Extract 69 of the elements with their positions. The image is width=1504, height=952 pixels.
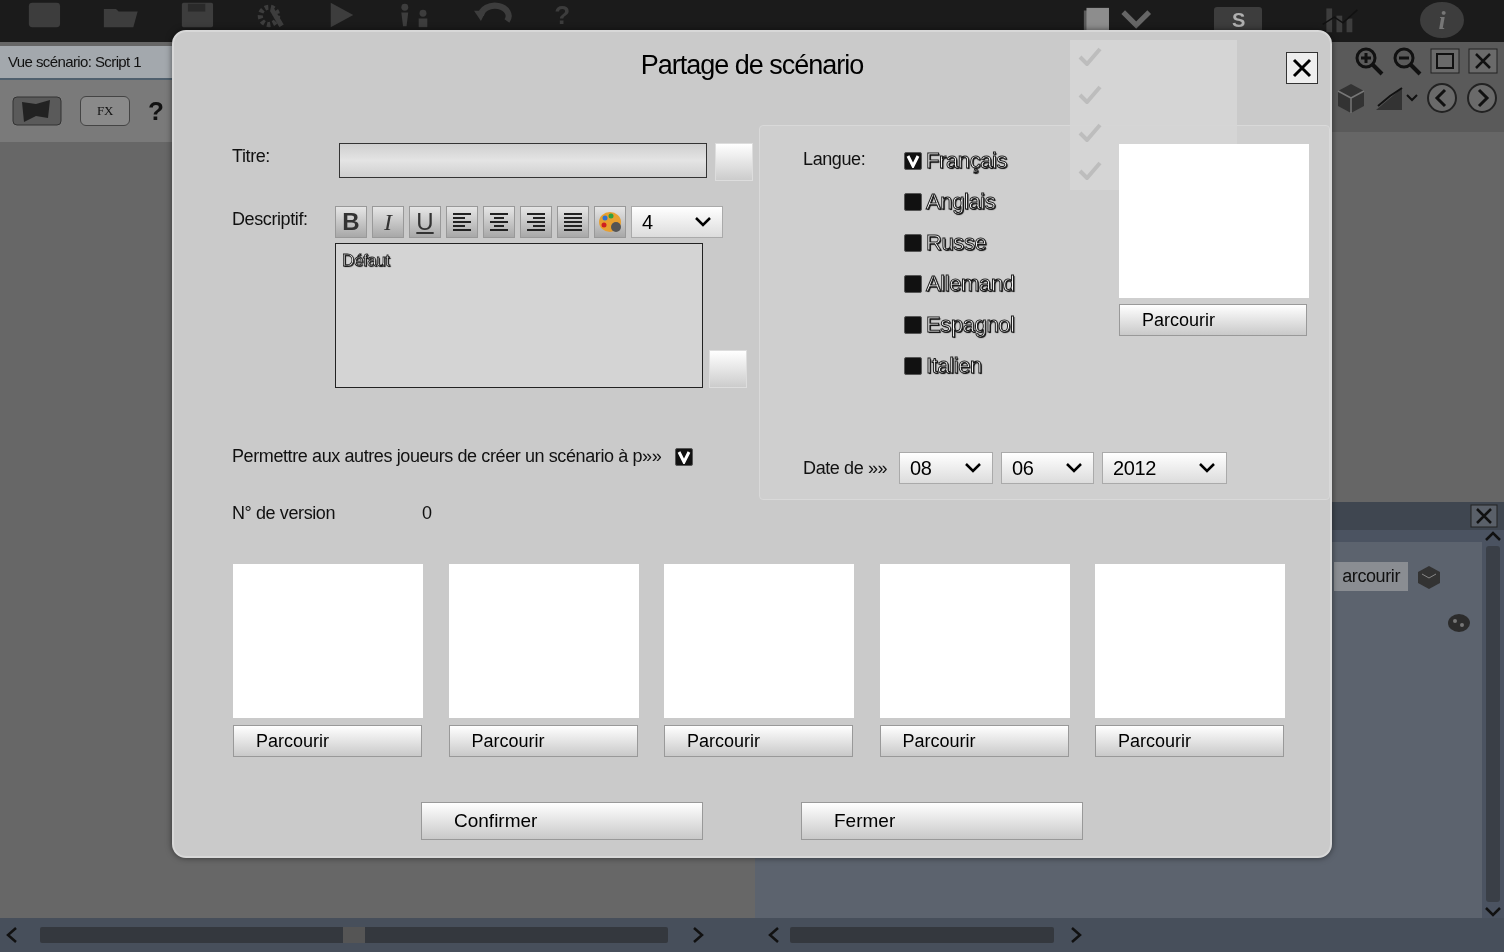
folder-plus-icon[interactable]: S [1214,7,1263,33]
color-button[interactable] [594,206,626,238]
zoom-out-icon[interactable] [1392,46,1422,76]
font-size-dropdown[interactable]: 4 [631,206,723,238]
dialog-button[interactable]: Fermer [801,802,1083,840]
scrollbar-thumb[interactable] [343,927,365,943]
scrollbar-track[interactable] [790,927,1054,943]
chevron-icon [964,462,983,474]
field-label: Descriptif: [232,208,309,231]
bar-chart-icon[interactable] [1322,7,1360,33]
dialog-title: Partage de scénario [640,48,864,82]
zoom-in-icon[interactable] [1354,46,1384,76]
palette-icon [1446,611,1472,633]
maximize-icon[interactable] [1430,48,1460,74]
cube-icon[interactable] [1336,82,1366,114]
dialog-button[interactable]: Confirmer [421,802,703,840]
bold-button[interactable]: B [335,206,367,238]
browse-button[interactable]: Parcourir [879,725,1069,757]
checkbox[interactable] [904,274,923,293]
year-dropdown[interactable]: 2012 [1102,452,1228,484]
browse-button[interactable]: Parcourir [664,725,853,757]
browse-button[interactable]: Parcourir [1119,304,1307,336]
browse-button[interactable]: Parcourir [448,725,638,757]
check-icon [1078,122,1102,142]
scrollbar-track[interactable] [40,927,668,943]
field-label: Langue: [803,148,867,171]
flag-icon[interactable] [12,94,62,128]
field-label: Date de »» [803,456,889,480]
justify-button[interactable] [557,206,589,238]
align-left-button[interactable] [446,206,478,238]
title-input[interactable] [339,143,707,178]
checkbox[interactable] [904,151,923,170]
checkbox[interactable] [904,356,923,375]
align-right-button[interactable] [520,206,552,238]
chevron-icon [1198,462,1217,474]
day-dropdown[interactable]: 08 [899,452,994,484]
month-dropdown[interactable]: 06 [1001,452,1095,484]
scroll-down-icon[interactable] [1484,906,1502,918]
chevron-icon [694,216,712,228]
check-icon [1078,84,1102,104]
close-icon [1291,57,1313,79]
square-button[interactable] [715,143,753,181]
help-icon[interactable]: ? [148,98,164,124]
panel-title: Vue scénario: Script 1 [8,51,141,72]
checkbox[interactable] [904,192,923,211]
close-button[interactable] [1286,52,1318,84]
cube-icon [1416,563,1442,590]
checkbox[interactable] [904,315,923,334]
check-icon [1078,160,1102,180]
checkbox[interactable] [675,447,694,466]
chevron-icon [1065,462,1084,474]
checkbox[interactable] [904,233,923,252]
version-value: 0 [422,502,432,525]
scroll-up-icon[interactable] [1484,530,1502,542]
fx-folder-icon[interactable]: FX [80,96,130,126]
scrollbar-track[interactable] [1486,546,1500,902]
browse-button[interactable]: arcourir [1334,562,1408,591]
field-label: Titre: [232,145,271,168]
browse-button[interactable]: Parcourir [233,725,422,757]
square-button[interactable] [709,350,747,388]
checkbox-label: Permettre aux autres joueurs de créer un scénario à p»» [232,445,662,468]
close-icon[interactable] [1468,48,1498,74]
italic-button[interactable]: I [372,206,404,238]
browse-button[interactable]: Parcourir [1095,725,1284,757]
check-icon [1078,46,1102,66]
field-label: N° de version [232,502,337,525]
file-icon[interactable] [28,2,61,28]
underline-button[interactable]: U [409,206,441,238]
align-center-button[interactable] [483,206,515,238]
